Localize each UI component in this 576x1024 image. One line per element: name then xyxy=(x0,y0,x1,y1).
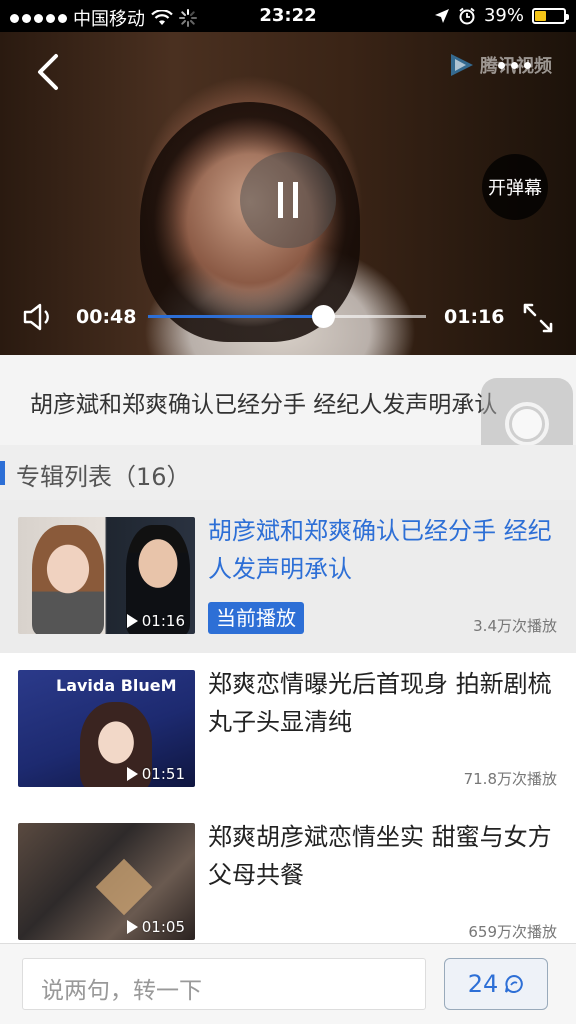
comment-bubble-icon xyxy=(505,974,523,993)
fullscreen-icon[interactable] xyxy=(520,300,556,336)
play-count: 3.4万次播放 xyxy=(473,617,557,635)
pause-icon-bar-left xyxy=(278,182,283,218)
album-list-header: 专辑列表（16） xyxy=(0,445,576,500)
comment-count: 24 xyxy=(467,970,499,998)
list-item[interactable]: Lavida BlueM 01:51 郑爽恋情曝光后首现身 拍新剧梳丸子头显清纯… xyxy=(0,653,576,806)
duration-badge: 01:16 xyxy=(126,612,185,630)
play-count: 659万次播放 xyxy=(468,923,557,941)
danmu-toggle-button[interactable]: 开弹幕 xyxy=(482,154,548,220)
video-thumbnail: 01:05 xyxy=(18,823,195,940)
location-arrow-icon xyxy=(434,8,449,23)
play-icon xyxy=(126,614,138,628)
battery-icon xyxy=(532,7,569,24)
thumbnail-person xyxy=(32,525,104,634)
play-count: 71.8万次播放 xyxy=(463,770,557,788)
thumbnail-text: Lavida BlueM xyxy=(56,676,177,695)
video-thumbnail: Lavida BlueM 01:51 xyxy=(18,670,195,787)
player-controls: 00:48 01:16 xyxy=(0,294,576,340)
album-list: 01:16 胡彦斌和郑爽确认已经分手 经纪人发声明承认 当前播放 3.4万次播放… xyxy=(0,500,576,943)
thumbnail-watermark xyxy=(95,858,153,916)
alarm-clock-icon xyxy=(459,7,475,24)
duration-text: 01:51 xyxy=(141,765,185,783)
progress-knob[interactable] xyxy=(312,305,336,328)
chevron-left-icon xyxy=(38,54,58,90)
bottom-bar: 说两句，转一下 24 xyxy=(0,943,576,1024)
duration-text: 01:16 xyxy=(141,612,185,630)
total-time: 01:16 xyxy=(444,306,505,328)
video-player[interactable]: 腾讯视频 开弹幕 00:48 01:16 xyxy=(0,32,576,355)
duration-badge: 01:05 xyxy=(126,918,185,936)
current-time: 00:48 xyxy=(76,306,137,328)
assistive-touch-core xyxy=(512,409,542,439)
tencent-video-logo-icon xyxy=(451,54,473,76)
status-bar: 中国移动 23:22 39% xyxy=(0,0,576,32)
progress-slider[interactable] xyxy=(148,305,426,328)
item-title: 郑爽恋情曝光后首现身 拍新剧梳丸子头显清纯 xyxy=(208,670,552,736)
comment-count-button[interactable]: 24 xyxy=(444,958,548,1010)
item-title: 郑爽胡彦斌恋情坐实 甜蜜与女方父母共餐 xyxy=(208,823,552,889)
duration-badge: 01:51 xyxy=(126,765,185,783)
play-icon xyxy=(126,767,138,781)
section-indicator xyxy=(0,461,5,485)
list-item[interactable]: 01:16 胡彦斌和郑爽确认已经分手 经纪人发声明承认 当前播放 3.4万次播放 xyxy=(0,500,576,653)
album-list-label: 专辑列表（16） xyxy=(16,463,191,491)
pause-button[interactable] xyxy=(240,152,336,248)
item-title: 胡彦斌和郑爽确认已经分手 经纪人发声明承认 xyxy=(208,517,552,583)
pause-icon-bar-right xyxy=(293,182,298,218)
duration-text: 01:05 xyxy=(141,918,185,936)
progress-played xyxy=(148,315,324,318)
battery-fill xyxy=(535,10,546,21)
volume-icon[interactable] xyxy=(22,302,56,332)
play-icon xyxy=(126,920,138,934)
list-item[interactable]: 01:05 郑爽胡彦斌恋情坐实 甜蜜与女方父母共餐 659万次播放 xyxy=(0,806,576,943)
back-button[interactable] xyxy=(30,52,66,92)
now-playing-badge: 当前播放 xyxy=(208,602,304,634)
more-options-icon[interactable] xyxy=(498,62,531,69)
comment-input[interactable]: 说两句，转一下 xyxy=(22,958,426,1010)
status-right: 39% xyxy=(434,5,569,26)
video-thumbnail: 01:16 xyxy=(18,517,195,634)
battery-percent: 39% xyxy=(483,5,524,26)
